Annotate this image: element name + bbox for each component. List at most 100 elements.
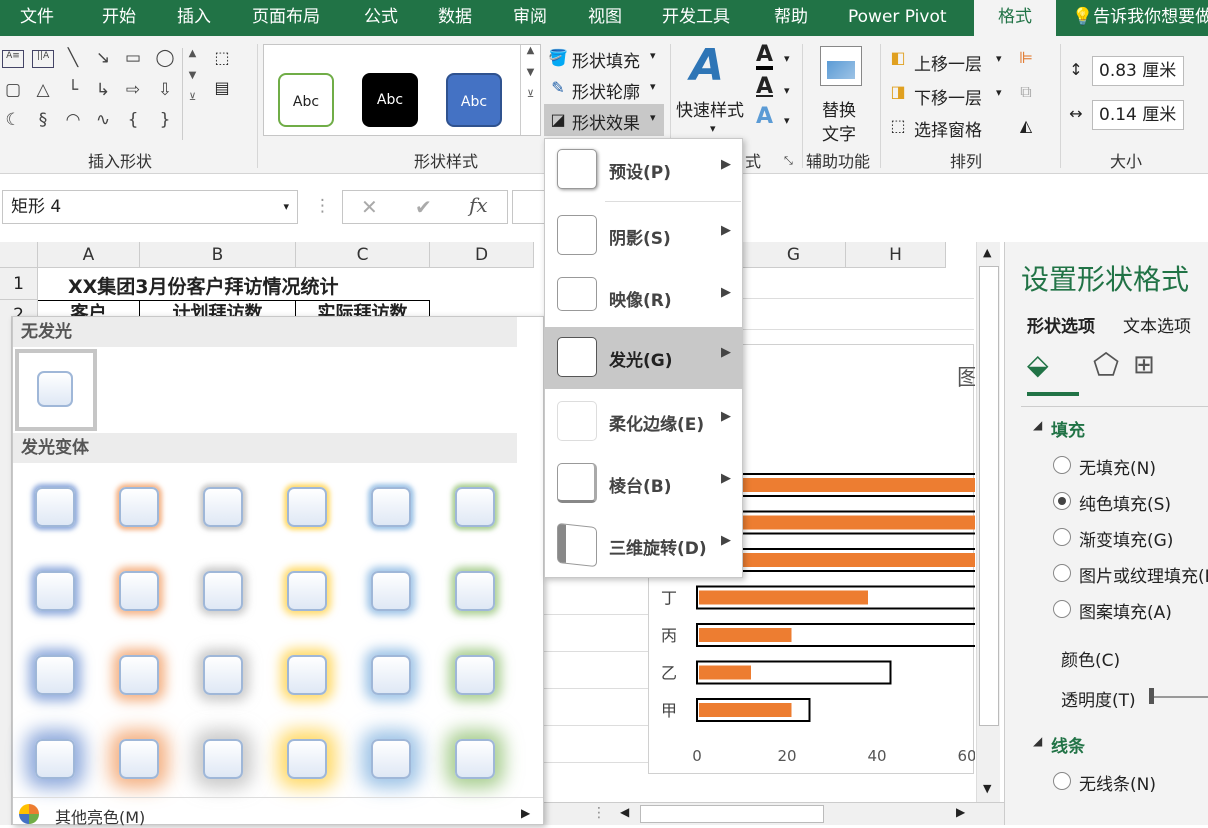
glow-variant-r4-c4[interactable]	[287, 739, 327, 779]
header-cell-planned[interactable]: 计划拜访数	[140, 301, 296, 316]
radio-solid-fill[interactable]	[1053, 492, 1071, 510]
glow-variant-r2-c3[interactable]	[203, 571, 243, 611]
vertical-text-box-icon[interactable]: ||A	[32, 50, 54, 68]
left-brace-icon[interactable]: {	[122, 110, 144, 130]
tab-help[interactable]: 帮助	[774, 0, 808, 36]
tab-review[interactable]: 审阅	[513, 0, 547, 36]
glow-variant-r1-c4[interactable]	[287, 487, 327, 527]
tab-file[interactable]: 文件	[20, 0, 54, 36]
header-cell-customer[interactable]: 客户	[38, 301, 140, 316]
more-colors-option[interactable]: 其他亮色(M) ▶	[13, 797, 543, 827]
curve-icon[interactable]: ∿	[92, 110, 114, 130]
freeform-icon[interactable]: ☾	[2, 110, 24, 130]
alt-text-label-2[interactable]: 文字	[822, 120, 856, 145]
scroll-thumb[interactable]	[979, 266, 999, 726]
radio-gradient-fill[interactable]	[1053, 528, 1071, 546]
insert-function-icon[interactable]: fx	[469, 193, 488, 217]
glow-variant-r2-c2[interactable]	[119, 571, 159, 611]
elbow-connector-icon[interactable]: └	[62, 80, 84, 100]
scroll-left-icon[interactable]: ◀	[620, 805, 629, 819]
tab-power-pivot[interactable]: Power Pivot	[848, 0, 947, 36]
gallery-scroll[interactable]: ▲ ▼ ⊻	[182, 48, 202, 140]
glow-variant-r3-c4[interactable]	[287, 655, 327, 695]
collapse-triangle-icon[interactable]: ◢	[1033, 734, 1042, 748]
chevron-down-icon[interactable]: ▾	[784, 114, 790, 127]
alt-text-label-1[interactable]: 替换	[822, 96, 856, 121]
tab-formulas[interactable]: 公式	[364, 0, 398, 36]
shape-fill-button[interactable]: 形状填充	[572, 47, 640, 72]
wordart-a-icon[interactable]: A	[690, 40, 724, 91]
row-header-2[interactable]: 2	[0, 300, 38, 316]
shapes-gallery[interactable]: A≡ ||A ╲ ↘ ▭ ◯ ▢ △ └ ↳ ⇨ ⇩ ☾ § ◠ ∿ { } ▲…	[2, 48, 202, 140]
line-icon[interactable]: ╲	[62, 48, 84, 68]
right-brace-icon[interactable]: }	[154, 110, 176, 130]
select-all-corner[interactable]	[0, 242, 38, 268]
glow-variant-r4-c6[interactable]	[455, 739, 495, 779]
chevron-down-icon[interactable]: ▾	[996, 86, 1002, 99]
radio-picture-fill[interactable]	[1053, 564, 1071, 582]
fill-line-icon[interactable]: ⬙	[1027, 348, 1049, 381]
effects-pentagon-icon[interactable]: ⬠	[1093, 348, 1119, 383]
scroll-right-icon[interactable]: ▶	[956, 805, 965, 819]
column-header-g[interactable]: G	[742, 242, 846, 268]
send-backward-button[interactable]: 下移一层	[914, 84, 982, 109]
collapse-triangle-icon[interactable]: ◢	[1033, 418, 1042, 432]
menu-item-soft-edges[interactable]: 柔化边缘(E) ▶	[545, 391, 742, 453]
chevron-down-icon[interactable]: ▾	[650, 49, 656, 62]
chevron-down-icon[interactable]: ▾	[650, 111, 656, 124]
glow-variant-r1-c6[interactable]	[455, 487, 495, 527]
cancel-icon[interactable]: ✕	[361, 195, 378, 219]
tab-format[interactable]: 格式	[974, 0, 1056, 36]
tab-home[interactable]: 开始	[102, 0, 136, 36]
shape-width-input[interactable]: 0.14 厘米	[1092, 100, 1184, 130]
menu-item-shadow[interactable]: 阴影(S) ▶	[545, 205, 742, 267]
shape-outline-button[interactable]: 形状轮廓	[572, 78, 640, 103]
menu-item-preset[interactable]: 预设(P) ▶	[545, 139, 742, 201]
sheet-bar-grip[interactable]: ⋮	[592, 805, 606, 821]
quick-styles-button[interactable]: 快速样式	[676, 96, 744, 121]
horizontal-scroll-thumb[interactable]	[640, 805, 824, 823]
glow-variant-r2-c5[interactable]	[371, 571, 411, 611]
line-section-header[interactable]: 线条	[1051, 732, 1085, 757]
column-header-b[interactable]: B	[140, 242, 296, 268]
no-glow-option[interactable]	[15, 349, 97, 431]
glow-variant-r2-c4[interactable]	[287, 571, 327, 611]
down-arrow-icon[interactable]: ⇩	[154, 80, 176, 100]
header-cell-actual[interactable]: 实际拜访数	[296, 301, 430, 316]
radio-no-fill[interactable]	[1053, 456, 1071, 474]
tab-developer[interactable]: 开发工具	[662, 0, 730, 36]
menu-item-reflection[interactable]: 映像(R) ▶	[545, 267, 742, 329]
size-properties-icon[interactable]: ⊞	[1133, 350, 1155, 380]
glow-variant-r2-c1[interactable]	[35, 571, 75, 611]
column-header-h[interactable]: H	[846, 242, 946, 268]
cell-area-top[interactable]	[742, 268, 974, 344]
menu-item-bevel[interactable]: 棱台(B) ▶	[545, 453, 742, 515]
shape-style-gallery[interactable]: Abc Abc Abc ▲ ▼ ⊻	[263, 44, 541, 136]
text-box-icon[interactable]: A≡	[2, 50, 24, 68]
bring-forward-button[interactable]: 上移一层	[914, 50, 982, 75]
shape-effects-button[interactable]: 形状效果	[572, 109, 640, 134]
menu-item-3d-rotation[interactable]: 三维旋转(D) ▶	[545, 515, 742, 577]
glow-variant-r3-c2[interactable]	[119, 655, 159, 695]
arc-icon[interactable]: ◠	[62, 110, 84, 130]
tab-text-options[interactable]: 文本选项	[1123, 312, 1191, 337]
tab-shape-options[interactable]: 形状选项	[1027, 312, 1095, 337]
glow-variant-r3-c5[interactable]	[371, 655, 411, 695]
glow-variant-r1-c5[interactable]	[371, 487, 411, 527]
group-icon[interactable]: ⧉	[1016, 82, 1036, 102]
column-header-c[interactable]: C	[296, 242, 430, 268]
glow-variant-r1-c3[interactable]	[203, 487, 243, 527]
glow-variant-r4-c1[interactable]	[35, 739, 75, 779]
cell-area[interactable]	[544, 578, 648, 798]
sheet-title-cell[interactable]: XX集团3月份客户拜访情况统计	[68, 272, 339, 299]
style-preview-1[interactable]: Abc	[278, 73, 334, 127]
tell-me-box[interactable]: 💡告诉我你想要做什么	[1072, 0, 1208, 36]
formula-bar-grip[interactable]: ⋮	[314, 196, 331, 216]
tab-insert[interactable]: 插入	[177, 0, 211, 36]
arrow-line-icon[interactable]: ↘	[92, 48, 114, 68]
fill-section-header[interactable]: 填充	[1051, 416, 1085, 441]
glow-variant-r3-c1[interactable]	[35, 655, 75, 695]
tab-view[interactable]: 视图	[588, 0, 622, 36]
radio-pattern-fill[interactable]	[1053, 600, 1071, 618]
scroll-up-icon[interactable]: ▲	[983, 246, 991, 259]
